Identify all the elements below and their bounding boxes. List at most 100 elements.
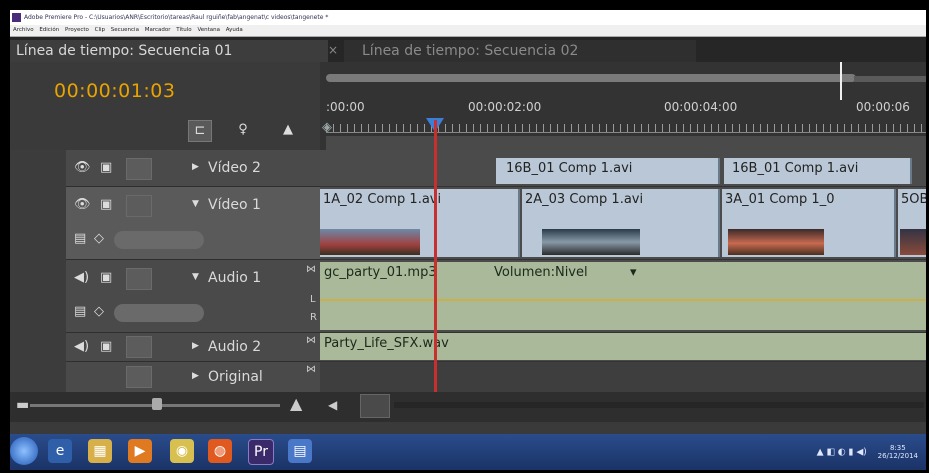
premiere-taskbar-icon[interactable]: Pr xyxy=(248,439,274,465)
tray-clock[interactable]: 8:35 26/12/2014 xyxy=(878,444,918,460)
zoom-out-icon[interactable]: ▬ xyxy=(16,397,29,413)
clip[interactable]: 5OB xyxy=(898,189,926,257)
track-name: Audio 1 xyxy=(208,270,262,286)
clip-thumbnail xyxy=(542,229,640,255)
lane-master[interactable] xyxy=(320,362,926,393)
tab-secuencia-01[interactable]: Línea de tiempo: Secuencia 01 xyxy=(10,40,328,62)
clip-label: 1A_02 Comp 1.avi xyxy=(323,192,442,207)
lane-audio-2[interactable]: Party_Life_SFX.wav xyxy=(320,333,926,362)
speaker-icon[interactable]: ◀) xyxy=(74,339,89,354)
lane-video-2[interactable]: 16B_01 Comp 1.avi 16B_01 Comp 1.avi xyxy=(320,150,926,187)
chrome-icon[interactable]: ◉ xyxy=(170,439,194,463)
display-style-icon[interactable]: ▤ xyxy=(74,231,86,246)
explorer-icon[interactable]: ▦ xyxy=(88,439,112,463)
zoom-slider-knob[interactable] xyxy=(152,398,162,410)
menu-secuencia[interactable]: Secuencia xyxy=(111,25,139,36)
lock-icon[interactable] xyxy=(126,336,152,358)
clip-label: 3A_01 Comp 1_0 xyxy=(725,192,835,207)
clip[interactable]: 2A_03 Comp 1.avi xyxy=(522,189,720,257)
film-icon[interactable]: ▣ xyxy=(100,160,112,175)
snap-icon[interactable]: ⊏ xyxy=(188,120,212,142)
expand-triangle-open-icon[interactable]: ▼ xyxy=(192,272,199,282)
system-tray: ▲ ◧ ◐ ▮ ◀) 8:35 26/12/2014 xyxy=(817,444,918,460)
menu-proyecto[interactable]: Proyecto xyxy=(65,25,89,36)
menu-ventana[interactable]: Ventana xyxy=(197,25,220,36)
scroll-thumb[interactable] xyxy=(360,394,390,418)
ruler-label: :00:00 xyxy=(326,100,365,114)
tray-icons[interactable]: ▲ ◧ ◐ ▮ ◀) xyxy=(817,448,867,458)
film-icon[interactable]: ▣ xyxy=(100,270,112,285)
marker-icon[interactable]: ♀ xyxy=(232,120,254,140)
tab-secuencia-02[interactable]: Línea de tiempo: Secuencia 02 xyxy=(344,40,696,62)
menu-titulo[interactable]: Título xyxy=(176,25,191,36)
speaker-icon[interactable]: ◀) xyxy=(74,270,89,285)
eye-icon[interactable]: 👁 xyxy=(74,197,91,212)
clip-thumbnail xyxy=(320,229,420,255)
menu-clip[interactable]: Clip xyxy=(95,25,105,36)
tab-close-icon[interactable]: × xyxy=(328,43,338,57)
lane-video-1[interactable]: 1A_02 Comp 1.avi 2A_03 Comp 1.avi 3A_01 … xyxy=(320,187,926,260)
menu-edicion[interactable]: Edición xyxy=(39,25,59,36)
lock-icon[interactable] xyxy=(126,158,152,180)
keyframe-slot[interactable] xyxy=(114,231,204,249)
clip-label: 16B_01 Comp 1.avi xyxy=(506,161,633,176)
keyframe-icon[interactable]: ▲ xyxy=(277,120,299,140)
film-icon[interactable]: ▣ xyxy=(100,339,112,354)
timeline-tracks-area[interactable]: 16B_01 Comp 1.avi 16B_01 Comp 1.avi 1A_0… xyxy=(320,150,926,393)
media-player-icon[interactable]: ▶ xyxy=(128,439,152,463)
view-zoom-bar[interactable] xyxy=(326,74,856,82)
start-button[interactable] xyxy=(10,437,38,465)
track-header-audio-1[interactable]: ◀) ▣ ▼ Audio 1 ⋈ ▤ ◇ L R xyxy=(66,260,320,333)
clip[interactable]: Party_Life_SFX.wav xyxy=(320,333,926,360)
keyframe-nav-icon[interactable]: ◇ xyxy=(94,231,104,246)
track-header-video-1[interactable]: 👁 ▣ ▼ Vídeo 1 ▤ ◇ xyxy=(66,187,320,260)
display-style-icon[interactable]: ▤ xyxy=(74,304,86,319)
film-icon[interactable]: ▣ xyxy=(100,197,112,212)
sync-lock-icon[interactable]: ⋈ xyxy=(306,335,316,346)
lock-icon[interactable] xyxy=(126,366,152,388)
time-ruler[interactable]: :00:00 00:00:02:00 00:00:04:00 00:00:06 … xyxy=(320,62,926,152)
sync-lock-icon[interactable]: ⋈ xyxy=(306,264,316,275)
keyframe-nav-icon[interactable]: ◇ xyxy=(94,304,104,319)
firefox-icon[interactable]: ◍ xyxy=(208,439,232,463)
playhead-line[interactable] xyxy=(434,120,437,420)
clip-label: 5OB xyxy=(901,192,926,207)
menu-archivo[interactable]: Archivo xyxy=(13,25,34,36)
view-zoom-bar-end xyxy=(854,76,926,82)
title-bar: Adobe Premiere Pro - C:\Usuarios\ANR\Esc… xyxy=(10,10,926,25)
menu-marcador[interactable]: Marcador xyxy=(145,25,171,36)
clip-label: gc_party_01.mp3 xyxy=(324,265,437,280)
lock-icon[interactable] xyxy=(126,268,152,290)
chevron-down-icon[interactable]: ▾ xyxy=(630,265,637,280)
clip[interactable]: 1A_02 Comp 1.avi xyxy=(320,189,520,257)
expand-triangle-closed-icon[interactable]: ▶ xyxy=(192,162,199,172)
clip[interactable]: 16B_01 Comp 1.avi xyxy=(496,158,720,184)
expand-triangle-closed-icon[interactable]: ▶ xyxy=(192,371,199,381)
track-header-audio-2[interactable]: ◀) ▣ ▶ Audio 2 ⋈ xyxy=(66,333,320,362)
ruler-label: 00:00:04:00 xyxy=(664,100,738,114)
menu-ayuda[interactable]: Ayuda xyxy=(226,25,243,36)
eye-icon[interactable]: 👁 xyxy=(74,160,91,175)
track-header-video-2[interactable]: 👁 ▣ ▶ Vídeo 2 xyxy=(66,150,320,187)
clip[interactable]: 16B_01 Comp 1.avi xyxy=(724,158,912,184)
timeline-tab-bar: Línea de tiempo: Secuencia 01 × Línea de… xyxy=(10,37,926,62)
lock-icon[interactable] xyxy=(126,195,152,217)
sync-lock-icon[interactable]: ⋈ xyxy=(306,364,316,375)
volume-dropdown[interactable]: Volumen:Nivel xyxy=(494,265,588,280)
expand-triangle-closed-icon[interactable]: ▶ xyxy=(192,341,199,351)
zoom-in-icon[interactable]: ▲ xyxy=(290,394,302,413)
horizontal-scrollbar[interactable] xyxy=(394,402,924,408)
expand-triangle-open-icon[interactable]: ▼ xyxy=(192,199,199,209)
clip[interactable]: 3A_01 Comp 1_0 xyxy=(722,189,896,257)
keyframe-slot[interactable] xyxy=(114,304,204,322)
lane-audio-1[interactable]: gc_party_01.mp3 Volumen:Nivel ▾ xyxy=(320,260,926,333)
timeline-bottom-bar: ▬ ▲ ◀ xyxy=(10,392,926,422)
clip[interactable]: gc_party_01.mp3 Volumen:Nivel ▾ xyxy=(320,262,926,330)
folder-icon[interactable]: ▤ xyxy=(288,439,312,463)
track-header-master[interactable]: ▶ Original ⋈ xyxy=(66,362,320,393)
ie-icon[interactable]: e xyxy=(48,439,72,463)
current-timecode[interactable]: 00:00:01:03 xyxy=(54,80,175,102)
volume-rubber-band[interactable] xyxy=(320,299,926,301)
zoom-bar-handle[interactable] xyxy=(840,62,842,100)
scroll-left-icon[interactable]: ◀ xyxy=(328,398,337,412)
